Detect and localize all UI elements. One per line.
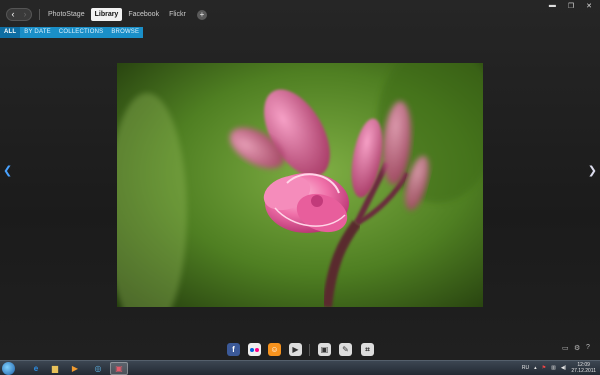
facebook-icon: f <box>232 345 235 354</box>
edit-button[interactable]: ✎ <box>339 343 352 356</box>
messenger-icon: ◎ <box>94 364 102 373</box>
photo-viewer-image <box>117 63 483 307</box>
plus-icon: + <box>199 10 205 19</box>
add-tab-button[interactable]: + <box>197 10 207 20</box>
media-player-icon: ▶ <box>71 364 79 373</box>
tab-library[interactable]: Library <box>90 8 123 21</box>
facebook-share-button[interactable]: f <box>227 343 240 356</box>
system-tray: RU ▴ ⚑ ▥ ◀) 12:09 27.12.2011 <box>522 362 596 374</box>
app-window: ‹ › PhotoStage Library Facebook Flickr +… <box>0 0 600 360</box>
fullscreen-icon[interactable]: ▭ <box>562 344 569 352</box>
divider <box>309 344 310 356</box>
start-button[interactable] <box>2 362 15 375</box>
frame-button[interactable]: ▣ <box>318 343 331 356</box>
ie-icon: e <box>33 364 39 373</box>
taskbar: e ▆ ▶ ◎ ▣ RU ▴ ⚑ ▥ ◀) 12:09 27.12.2011 <box>0 360 600 375</box>
flickr-share-button[interactable] <box>248 343 261 356</box>
flag-icon[interactable]: ⚑ <box>542 365 546 371</box>
odnoklassniki-icon: ☺ <box>270 345 279 354</box>
filter-collections[interactable]: COLLECTIONS <box>55 27 108 38</box>
photo-app-icon: ▣ <box>115 364 123 373</box>
play-icon: ▶ <box>292 345 299 354</box>
chevron-left-icon: ❮ <box>3 165 13 177</box>
ie-taskbar-button[interactable]: e <box>27 362 45 375</box>
filter-by-date[interactable]: BY DATE <box>20 27 55 38</box>
volume-icon[interactable]: ◀) <box>561 365 567 371</box>
chevron-up-icon[interactable]: ▴ <box>534 365 537 371</box>
clock-date: 27.12.2011 <box>571 368 596 374</box>
flower-photo <box>117 63 483 307</box>
filter-bar: ALL BY DATE COLLECTIONS BROWSE <box>0 27 144 38</box>
forward-button[interactable]: › <box>19 9 31 20</box>
top-bar: ‹ › PhotoStage Library Facebook Flickr +… <box>0 0 600 26</box>
help-icon[interactable]: ? <box>586 344 590 351</box>
bottom-toolbar: f ☺ ▶ ▣ ✎ ⌗ ▭ ⚙ ? <box>0 340 600 360</box>
pencil-icon: ✎ <box>342 345 349 354</box>
next-photo-button[interactable]: ❯ <box>588 164 597 177</box>
crop-icon: ⌗ <box>365 344 370 354</box>
maximize-icon[interactable]: ❐ <box>568 2 574 10</box>
chevron-right-icon: ❯ <box>587 165 597 177</box>
window-controls: ▬ ❐ ✕ <box>549 2 592 10</box>
odnoklassniki-share-button[interactable]: ☺ <box>268 343 281 356</box>
messenger-taskbar-button[interactable]: ◎ <box>89 362 107 375</box>
close-icon[interactable]: ✕ <box>586 2 592 10</box>
back-button[interactable]: ‹ <box>7 9 19 20</box>
clock[interactable]: 12:09 27.12.2011 <box>571 362 596 374</box>
explorer-icon: ▆ <box>51 364 59 373</box>
tab-facebook[interactable]: Facebook <box>124 8 163 21</box>
divider <box>39 9 40 20</box>
network-icon[interactable]: ▥ <box>551 365 556 371</box>
tab-flickr[interactable]: Flickr <box>165 8 190 21</box>
gear-icon[interactable]: ⚙ <box>574 344 580 352</box>
photo-app-taskbar-button[interactable]: ▣ <box>110 362 128 375</box>
minimize-icon[interactable]: ▬ <box>549 2 556 10</box>
explorer-taskbar-button[interactable]: ▆ <box>46 362 64 375</box>
crop-button[interactable]: ⌗ <box>361 343 374 356</box>
filter-all[interactable]: ALL <box>0 27 21 38</box>
filter-browse[interactable]: BROWSE <box>107 27 143 38</box>
history-nav: ‹ › <box>6 8 32 21</box>
language-indicator[interactable]: RU <box>522 365 529 371</box>
media-player-taskbar-button[interactable]: ▶ <box>66 362 84 375</box>
flickr-icon <box>250 347 259 352</box>
slideshow-button[interactable]: ▶ <box>289 343 302 356</box>
service-tabs: PhotoStage Library Facebook Flickr <box>44 8 192 21</box>
previous-photo-button[interactable]: ❮ <box>3 164 12 177</box>
tab-photostage[interactable]: PhotoStage <box>44 8 89 21</box>
frame-icon: ▣ <box>320 345 329 354</box>
